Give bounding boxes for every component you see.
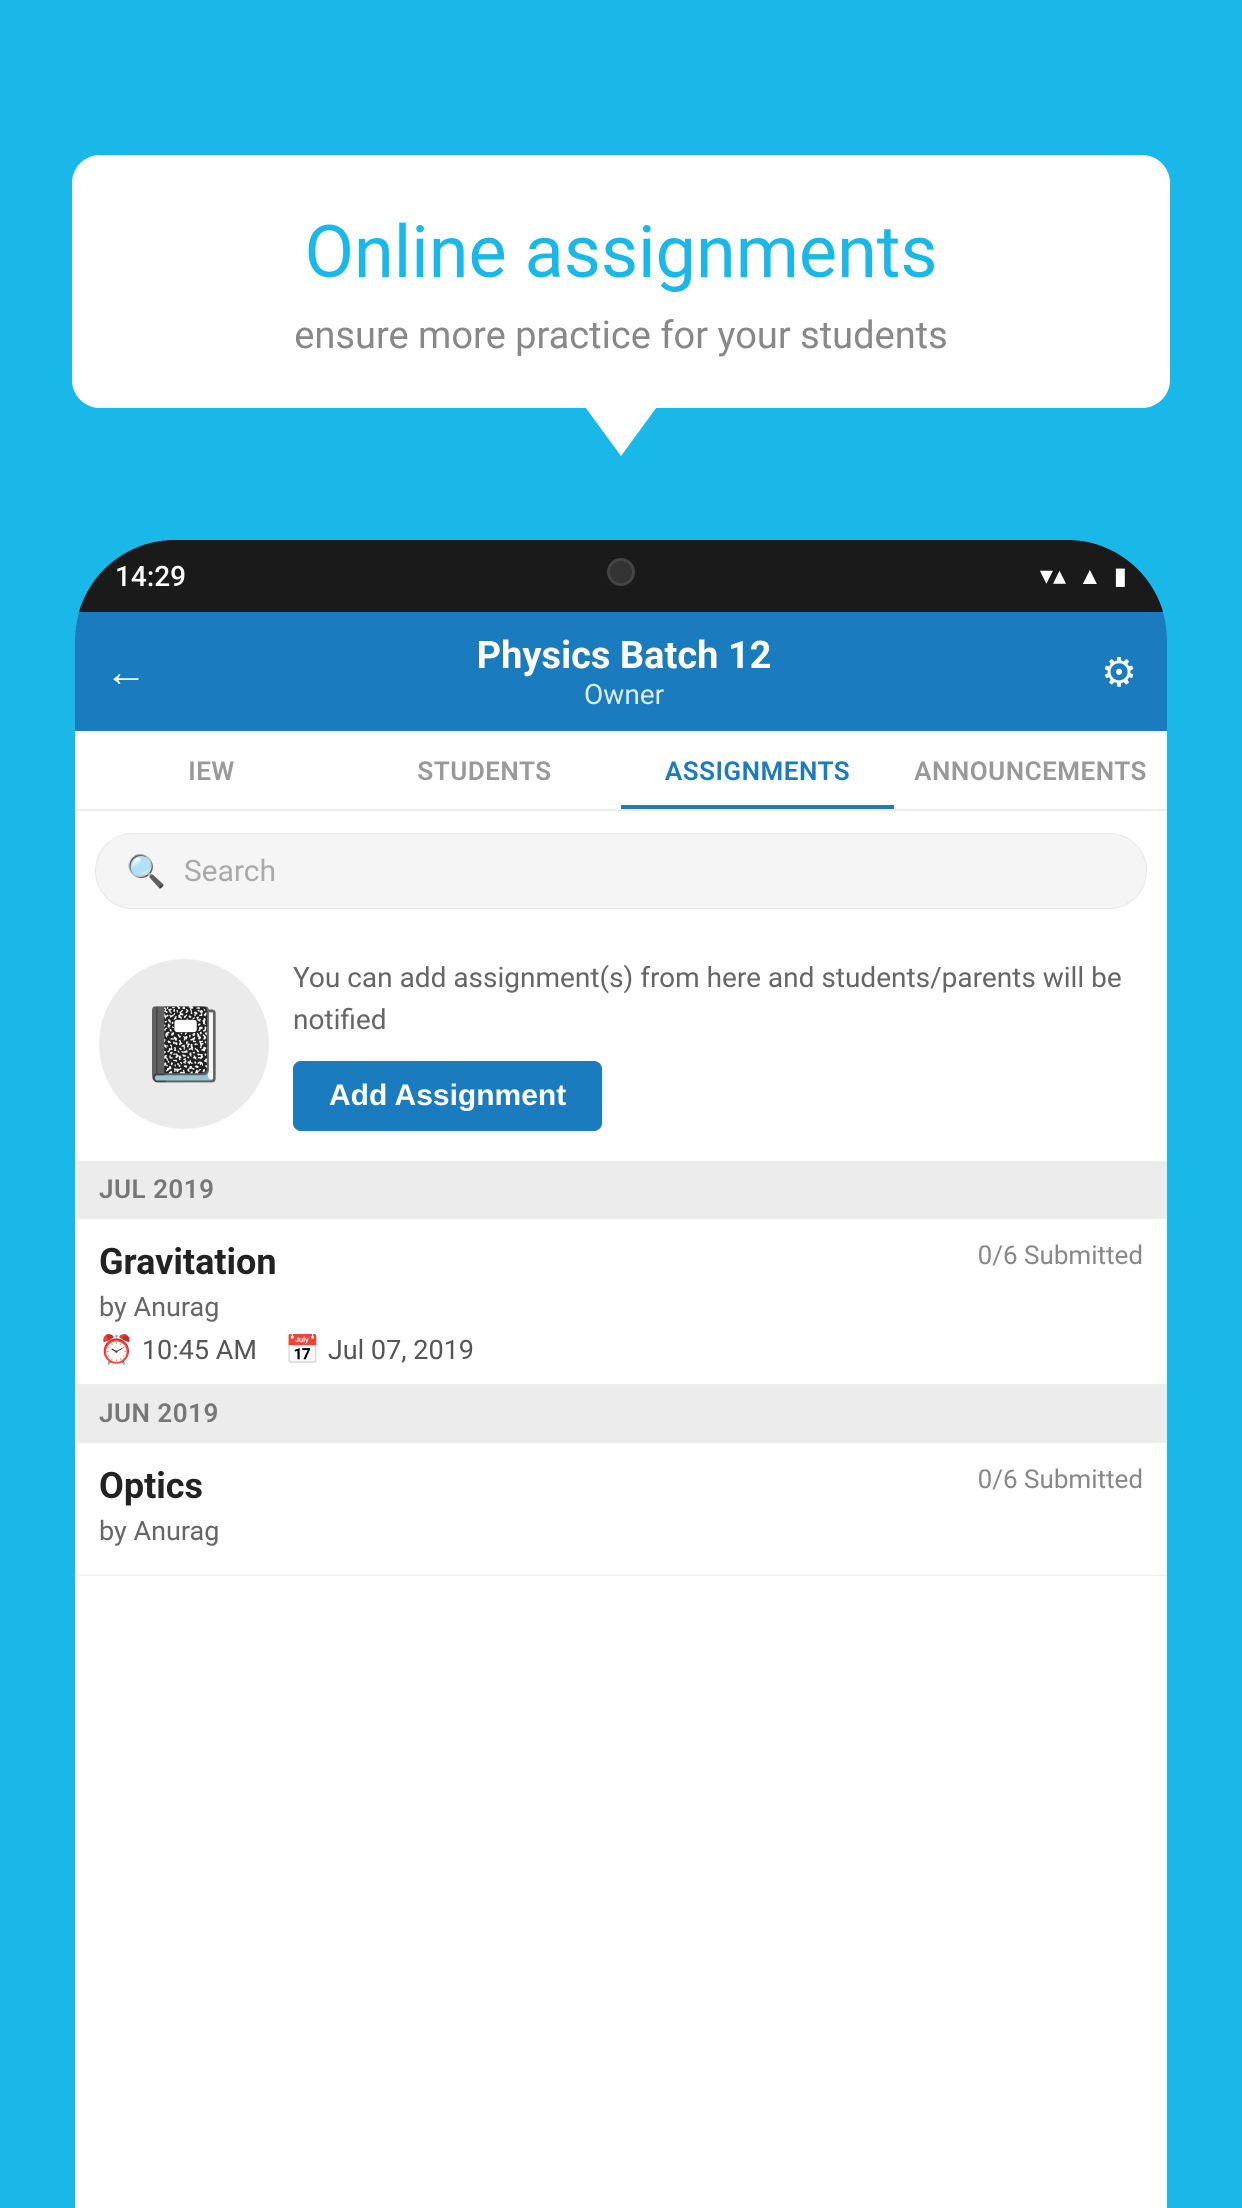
assignment-row1: Gravitation 0/6 Submitted bbox=[99, 1241, 1143, 1283]
assignment-date-value: Jul 07, 2019 bbox=[328, 1334, 474, 1366]
assignment-gravitation[interactable]: Gravitation 0/6 Submitted by Anurag ⏰ 10… bbox=[75, 1219, 1167, 1385]
section-jul-2019: JUL 2019 bbox=[75, 1161, 1167, 1219]
tab-announcements[interactable]: ANNOUNCEMENTS bbox=[894, 731, 1167, 809]
assignment-time-value: 10:45 AM bbox=[142, 1334, 257, 1366]
battery-icon: ▮ bbox=[1114, 562, 1127, 590]
screen: ← Physics Batch 12 Owner ⚙ IEW STUDENTS … bbox=[75, 612, 1167, 2208]
promo-content: You can add assignment(s) from here and … bbox=[293, 957, 1143, 1131]
assignment-name-optics: Optics bbox=[99, 1465, 203, 1507]
assignment-name-gravitation: Gravitation bbox=[99, 1241, 277, 1283]
tab-assignments[interactable]: ASSIGNMENTS bbox=[621, 731, 894, 809]
add-assignment-button[interactable]: Add Assignment bbox=[293, 1061, 602, 1131]
assignment-time: ⏰ 10:45 AM bbox=[99, 1333, 257, 1366]
assignment-meta-gravitation: ⏰ 10:45 AM 📅 Jul 07, 2019 bbox=[99, 1333, 1143, 1366]
search-bar[interactable]: 🔍 Search bbox=[95, 833, 1147, 909]
assignment-by-gravitation: by Anurag bbox=[99, 1291, 1143, 1323]
tooltip-card: Online assignments ensure more practice … bbox=[72, 155, 1170, 408]
assignment-submitted-optics: 0/6 Submitted bbox=[978, 1465, 1143, 1495]
assignment-date: 📅 Jul 07, 2019 bbox=[285, 1333, 474, 1366]
assignment-row1-optics: Optics 0/6 Submitted bbox=[99, 1465, 1143, 1507]
phone-frame: 14:29 ▾▴ ▲ ▮ ← Physics Batch 12 Owner ⚙ … bbox=[75, 540, 1167, 2208]
wifi-icon: ▾▴ bbox=[1040, 561, 1066, 591]
tab-bar: IEW STUDENTS ASSIGNMENTS ANNOUNCEMENTS bbox=[75, 731, 1167, 811]
section-label-jun: JUN 2019 bbox=[99, 1399, 219, 1429]
batch-role: Owner bbox=[477, 678, 772, 711]
settings-button[interactable]: ⚙ bbox=[1101, 649, 1137, 696]
tab-overview[interactable]: IEW bbox=[75, 731, 348, 809]
section-jun-2019: JUN 2019 bbox=[75, 1385, 1167, 1443]
calendar-icon: 📅 bbox=[285, 1333, 320, 1366]
tooltip-subtitle: ensure more practice for your students bbox=[132, 314, 1110, 358]
clock-icon: ⏰ bbox=[99, 1333, 134, 1366]
status-bar: 14:29 ▾▴ ▲ ▮ bbox=[75, 540, 1167, 612]
app-header: ← Physics Batch 12 Owner ⚙ bbox=[75, 612, 1167, 731]
back-button[interactable]: ← bbox=[105, 648, 147, 697]
camera bbox=[607, 558, 635, 586]
notebook-icon: 📓 bbox=[139, 1002, 229, 1087]
status-icons: ▾▴ ▲ ▮ bbox=[1040, 561, 1127, 591]
promo-icon-circle: 📓 bbox=[99, 959, 269, 1129]
batch-title: Physics Batch 12 bbox=[477, 634, 772, 678]
assignment-by-optics: by Anurag bbox=[99, 1515, 1143, 1547]
tab-students[interactable]: STUDENTS bbox=[348, 731, 621, 809]
search-placeholder: Search bbox=[184, 854, 276, 889]
search-icon: 🔍 bbox=[126, 852, 166, 890]
tooltip-title: Online assignments bbox=[132, 210, 1110, 296]
promo-text: You can add assignment(s) from here and … bbox=[293, 957, 1143, 1041]
header-title-area: Physics Batch 12 Owner bbox=[477, 634, 772, 711]
status-time: 14:29 bbox=[115, 560, 186, 593]
section-label-jul: JUL 2019 bbox=[99, 1175, 215, 1205]
signal-icon: ▲ bbox=[1078, 562, 1102, 591]
promo-card: 📓 You can add assignment(s) from here an… bbox=[75, 931, 1167, 1161]
assignment-submitted-gravitation: 0/6 Submitted bbox=[978, 1241, 1143, 1271]
assignment-optics[interactable]: Optics 0/6 Submitted by Anurag bbox=[75, 1443, 1167, 1576]
